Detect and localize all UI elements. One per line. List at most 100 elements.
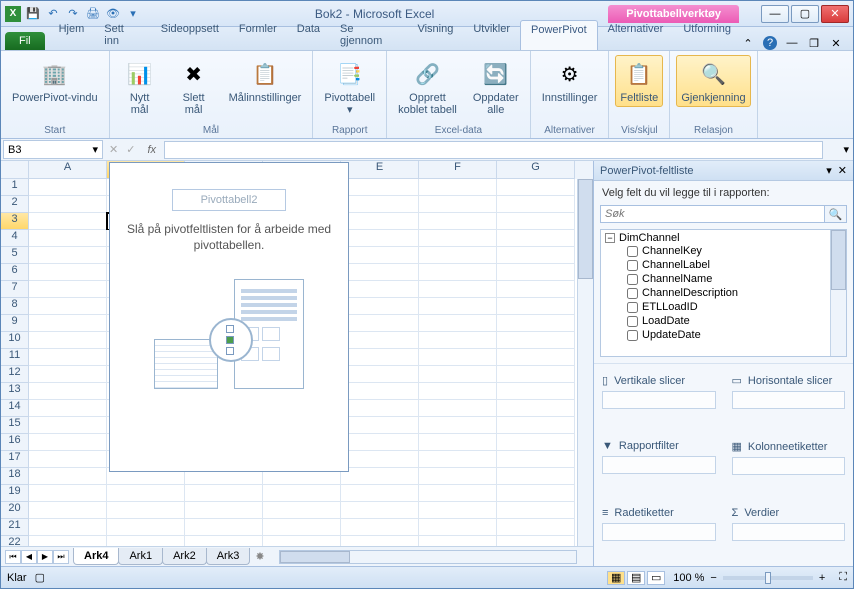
cell-D20[interactable]	[263, 502, 341, 519]
tab-se-gjennom[interactable]: Se gjennom	[330, 20, 407, 50]
cell-F6[interactable]	[419, 264, 497, 281]
col-header-G[interactable]: G	[497, 161, 575, 179]
minimize-ribbon-icon[interactable]: ⌃	[741, 36, 755, 50]
fullscreen-icon[interactable]: ⛶	[839, 571, 847, 584]
dropzone-horisontale-slicer[interactable]: ▭Horisontale slicer	[724, 368, 854, 434]
col-header-E[interactable]: E	[341, 161, 419, 179]
cell-B19[interactable]	[107, 485, 185, 502]
macro-record-icon[interactable]: ▢	[35, 571, 45, 584]
sheet-nav-next-icon[interactable]: ▶	[37, 550, 53, 564]
fieldlist-close-icon[interactable]: ✕	[838, 164, 847, 177]
file-tab[interactable]: Fil	[5, 32, 45, 50]
dropzone-box[interactable]	[732, 457, 846, 475]
cell-G18[interactable]	[497, 468, 575, 485]
cell-A12[interactable]	[29, 366, 107, 383]
row-header-1[interactable]: 1	[1, 179, 29, 196]
cell-E9[interactable]	[341, 315, 419, 332]
cell-G10[interactable]	[497, 332, 575, 349]
cell-F13[interactable]	[419, 383, 497, 400]
new-sheet-icon[interactable]: ✸	[249, 550, 270, 563]
name-box[interactable]: B3 ▾	[3, 140, 103, 159]
fieldlist-search-input[interactable]	[600, 205, 825, 223]
formula-input[interactable]	[164, 141, 823, 159]
context-tab-alternativer[interactable]: Alternativer	[598, 20, 674, 50]
close-button[interactable]: ✕	[821, 5, 849, 23]
field-channeldescription[interactable]: ChannelDescription	[627, 286, 842, 300]
cell-G17[interactable]	[497, 451, 575, 468]
sheet-nav-last-icon[interactable]: ⏭	[53, 550, 69, 564]
cell-A4[interactable]	[29, 230, 107, 247]
sheet-tab-ark3[interactable]: Ark3	[206, 548, 251, 565]
cell-A10[interactable]	[29, 332, 107, 349]
dropzone-box[interactable]	[602, 391, 716, 409]
fieldlist-search-button[interactable]: 🔍	[825, 205, 847, 223]
cell-C21[interactable]	[185, 519, 263, 536]
cell-E2[interactable]	[341, 196, 419, 213]
field-checkbox-loaddate[interactable]	[627, 316, 638, 327]
zoom-out-icon[interactable]: −	[710, 572, 716, 584]
cell-F22[interactable]	[419, 536, 497, 546]
tab-sideoppsett[interactable]: Sideoppsett	[151, 20, 229, 50]
cell-F20[interactable]	[419, 502, 497, 519]
cell-A8[interactable]	[29, 298, 107, 315]
sheet-tab-ark2[interactable]: Ark2	[162, 548, 207, 565]
cell-F21[interactable]	[419, 519, 497, 536]
sheet-tab-ark4[interactable]: Ark4	[73, 548, 119, 565]
ribbon-btn-innstillinger[interactable]: ⚙Innstillinger	[537, 55, 603, 107]
cell-F1[interactable]	[419, 179, 497, 196]
cell-C22[interactable]	[185, 536, 263, 546]
ribbon-btn-feltliste[interactable]: 📋Feltliste	[615, 55, 663, 107]
row-header-11[interactable]: 11	[1, 349, 29, 366]
cell-E5[interactable]	[341, 247, 419, 264]
cell-F3[interactable]	[419, 213, 497, 230]
dropzone-vertikale-slicer[interactable]: ▯Vertikale slicer	[594, 368, 724, 434]
pivot-placeholder[interactable]: Pivottabell2 Slå på pivotfeltlisten for …	[109, 162, 349, 472]
field-channellabel[interactable]: ChannelLabel	[627, 258, 842, 272]
ribbon-btn-målinnstillinger[interactable]: 📋Målinnstillinger	[224, 55, 307, 107]
cell-E3[interactable]	[341, 213, 419, 230]
cancel-icon[interactable]: ✕	[105, 143, 122, 156]
cell-E6[interactable]	[341, 264, 419, 281]
cell-G13[interactable]	[497, 383, 575, 400]
row-header-15[interactable]: 15	[1, 417, 29, 434]
cell-A2[interactable]	[29, 196, 107, 213]
field-checkbox-channellabel[interactable]	[627, 260, 638, 271]
vertical-scrollbar[interactable]	[577, 179, 593, 546]
cell-E17[interactable]	[341, 451, 419, 468]
cell-F7[interactable]	[419, 281, 497, 298]
cell-E7[interactable]	[341, 281, 419, 298]
cell-C19[interactable]	[185, 485, 263, 502]
cell-G4[interactable]	[497, 230, 575, 247]
cell-A11[interactable]	[29, 349, 107, 366]
cell-G7[interactable]	[497, 281, 575, 298]
cell-F8[interactable]	[419, 298, 497, 315]
cell-G9[interactable]	[497, 315, 575, 332]
field-checkbox-channelname[interactable]	[627, 274, 638, 285]
cell-G11[interactable]	[497, 349, 575, 366]
cell-B21[interactable]	[107, 519, 185, 536]
cell-F16[interactable]	[419, 434, 497, 451]
cell-G1[interactable]	[497, 179, 575, 196]
row-header-2[interactable]: 2	[1, 196, 29, 213]
cell-A15[interactable]	[29, 417, 107, 434]
cell-D19[interactable]	[263, 485, 341, 502]
row-header-13[interactable]: 13	[1, 383, 29, 400]
cell-E11[interactable]	[341, 349, 419, 366]
row-header-6[interactable]: 6	[1, 264, 29, 281]
tab-formler[interactable]: Formler	[229, 20, 287, 50]
ribbon-btn-opprett[interactable]: 🔗Opprett koblet tabell	[393, 55, 462, 119]
expand-formula-bar-icon[interactable]: ▾	[839, 143, 853, 156]
cell-A21[interactable]	[29, 519, 107, 536]
cell-E1[interactable]	[341, 179, 419, 196]
row-header-5[interactable]: 5	[1, 247, 29, 264]
row-header-12[interactable]: 12	[1, 366, 29, 383]
cell-E19[interactable]	[341, 485, 419, 502]
col-header-F[interactable]: F	[419, 161, 497, 179]
fx-icon[interactable]: fx	[139, 144, 164, 156]
cell-G14[interactable]	[497, 400, 575, 417]
field-checkbox-etlloadid[interactable]	[627, 302, 638, 313]
horizontal-scrollbar[interactable]	[279, 550, 577, 564]
dropzone-kolonneetiketter[interactable]: ▦Kolonneetiketter	[724, 434, 854, 500]
field-etlloadid[interactable]: ETLLoadID	[627, 300, 842, 314]
dropzone-box[interactable]	[602, 523, 716, 541]
